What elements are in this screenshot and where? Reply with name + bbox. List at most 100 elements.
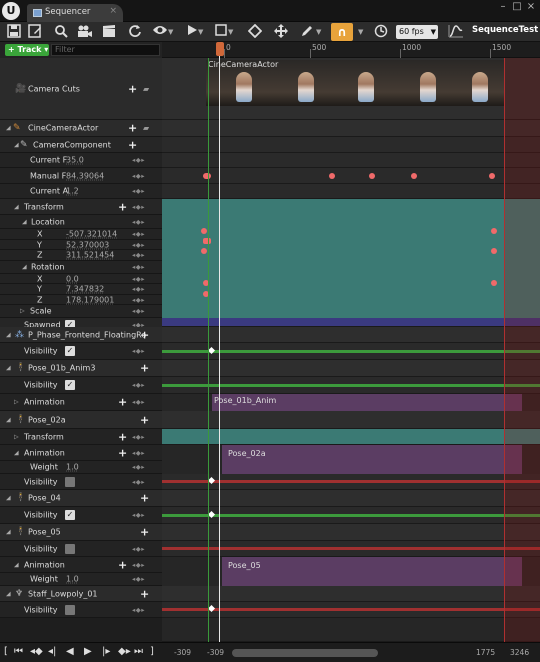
keyframe-nav[interactable]: ◂◆▸	[132, 296, 145, 304]
playhead-handle[interactable]	[216, 42, 224, 56]
track-pose-01b[interactable]: ◢ 🕴 Pose_01b_Anim3 +	[0, 360, 162, 377]
add-icon[interactable]: +	[118, 558, 127, 571]
add-icon[interactable]: +	[140, 492, 149, 505]
visibility-checkbox[interactable]: ✓	[65, 346, 75, 356]
jump-to-end-icon[interactable]: ⏭	[134, 646, 143, 657]
keyframe[interactable]	[369, 173, 375, 179]
property-manual-focus[interactable]: Manual F 84.39064 ◂◆▸	[0, 168, 162, 184]
add-icon[interactable]: +	[140, 526, 149, 539]
keyframe-nav[interactable]: ◂◆▸	[132, 275, 145, 283]
animation-section[interactable]: Pose_01b_Anim	[212, 394, 522, 411]
collapse-icon[interactable]: ◢	[14, 449, 19, 456]
visibility-checkbox[interactable]	[65, 543, 75, 554]
curve-editor-icon[interactable]	[447, 24, 465, 40]
property-value[interactable]: 52.370003	[66, 240, 109, 249]
camera-lock-icon[interactable]: ▰	[143, 84, 149, 93]
collapse-icon[interactable]: ◢	[6, 529, 11, 536]
keyframe[interactable]	[489, 173, 495, 179]
property-rotation-y[interactable]: Y 7.347832 ◂◆▸	[0, 284, 162, 295]
keyframe[interactable]	[491, 248, 497, 254]
playback-end-marker[interactable]	[504, 58, 505, 642]
keyframe[interactable]	[201, 228, 207, 234]
minimize-button[interactable]: –	[496, 0, 510, 14]
keyframe-nav[interactable]: ◂◆▸	[132, 347, 145, 355]
property-value[interactable]: 7.347832	[66, 285, 104, 294]
property-value[interactable]: 1.0	[66, 463, 79, 472]
selection-dropdown-icon[interactable]: ▼	[228, 24, 233, 40]
group-scale[interactable]: ▷ Scale ◂◆▸	[0, 305, 162, 318]
eye-dropdown-icon[interactable]: ▼	[168, 24, 173, 40]
keyframe[interactable]	[411, 173, 417, 179]
filter-input[interactable]: Filter	[51, 44, 160, 56]
add-icon[interactable]: +	[128, 82, 137, 95]
track-cameracomponent[interactable]: ◢ ✎ CameraComponent +	[0, 137, 162, 153]
visibility-checkbox[interactable]	[65, 476, 75, 487]
add-icon[interactable]: +	[118, 200, 127, 213]
keyframe-nav[interactable]: ◂◆▸	[132, 307, 145, 315]
property-rotation-x[interactable]: X 0.0 ◂◆▸	[0, 274, 162, 284]
animation-section[interactable]: Pose_02a	[222, 445, 522, 474]
save-icon[interactable]	[6, 24, 22, 40]
keyframe-nav[interactable]: ◂◆▸	[132, 561, 145, 569]
keyframe-nav[interactable]: ◂◆▸	[132, 463, 145, 471]
collapse-icon[interactable]: ◢	[14, 561, 19, 568]
search-icon[interactable]	[53, 24, 69, 40]
save-as-icon[interactable]	[27, 24, 43, 40]
keyframe[interactable]	[201, 248, 207, 254]
tab-close-icon[interactable]: ×	[109, 6, 117, 16]
property-current-focal[interactable]: Current F 35.0 ◂◆▸	[0, 153, 162, 168]
visibility-checkbox[interactable]	[65, 604, 75, 615]
add-icon[interactable]: +	[118, 446, 127, 459]
property-value[interactable]: 0.0	[66, 274, 79, 283]
keyframe-nav[interactable]: ◂◆▸	[132, 575, 145, 583]
play-dropdown-icon[interactable]: ▼	[198, 24, 203, 40]
play-reverse-icon[interactable]: ◀	[66, 646, 74, 657]
collapse-icon[interactable]: ◢	[22, 218, 27, 225]
edit-pencil-icon[interactable]	[299, 24, 315, 40]
keyframe-nav[interactable]: ◂◆▸	[132, 230, 145, 238]
collapse-icon[interactable]: ◢	[6, 495, 11, 502]
collapse-icon[interactable]: ◢	[6, 416, 11, 423]
keyframe-nav[interactable]: ◂◆▸	[132, 606, 145, 614]
property-rotation-z[interactable]: Z 178.179001 ◂◆▸	[0, 295, 162, 305]
clock-icon[interactable]	[373, 24, 389, 40]
track-camera-cuts[interactable]: 🎥 Camera Cuts + ▰	[0, 58, 162, 120]
track-staff[interactable]: ◢ ♆ Staff_Lowpoly_01 +	[0, 586, 162, 602]
range-end-value[interactable]: 3246	[510, 648, 529, 657]
animation-section[interactable]: Pose_05	[222, 557, 522, 586]
property-location-x[interactable]: X -507.321014 ◂◆▸	[0, 229, 162, 240]
range-start-bracket-icon[interactable]: [	[4, 646, 8, 657]
track-animation[interactable]: ◢ Animation + ◂◆▸	[0, 557, 162, 573]
property-location-z[interactable]: Z 311.521454 ◂◆▸	[0, 250, 162, 261]
refresh-icon[interactable]	[127, 24, 143, 40]
jump-to-start-icon[interactable]: ⏮	[14, 646, 23, 657]
keyframe-nav[interactable]: ◂◆▸	[132, 241, 145, 249]
property-value[interactable]: 35.0	[66, 156, 84, 165]
keyframe-nav[interactable]: ◂◆▸	[132, 545, 145, 553]
add-icon[interactable]: +	[118, 396, 127, 409]
track-visibility[interactable]: Visibility ◂◆▸	[0, 541, 162, 557]
keyframe-nav[interactable]: ◂◆▸	[132, 449, 145, 457]
add-icon[interactable]: +	[140, 413, 149, 426]
group-rotation[interactable]: ◢ Rotation ◂◆▸	[0, 261, 162, 274]
property-value[interactable]: 1.0	[66, 575, 79, 584]
group-location[interactable]: ◢ Location ◂◆▸	[0, 215, 162, 229]
add-icon[interactable]: +	[140, 587, 149, 600]
eye-icon[interactable]	[151, 24, 169, 40]
track-visibility[interactable]: Visibility ◂◆▸	[0, 474, 162, 490]
track-pose-02a[interactable]: ◢ 🕴 Pose_02a +	[0, 411, 162, 429]
playhead-line[interactable]	[219, 56, 220, 642]
camera-lock-icon[interactable]: ▰	[143, 124, 149, 133]
keyframe[interactable]	[203, 173, 211, 179]
collapse-icon[interactable]: ◢	[6, 365, 11, 372]
add-icon[interactable]: +	[118, 430, 127, 443]
keyframe[interactable]	[329, 173, 335, 179]
collapse-icon[interactable]: ◢	[14, 141, 19, 148]
property-weight[interactable]: Weight 1.0 ◂◆▸	[0, 573, 162, 586]
key-diamond-icon[interactable]	[247, 23, 263, 40]
property-location-y[interactable]: Y 52.370003 ◂◆▸	[0, 240, 162, 250]
property-current-aperture[interactable]: Current A 1.2 ◂◆▸	[0, 184, 162, 199]
track-pose-04[interactable]: ◢ 🕴 Pose_04 +	[0, 490, 162, 507]
move-arrows-icon[interactable]	[273, 24, 289, 40]
add-icon[interactable]: +	[140, 328, 149, 341]
